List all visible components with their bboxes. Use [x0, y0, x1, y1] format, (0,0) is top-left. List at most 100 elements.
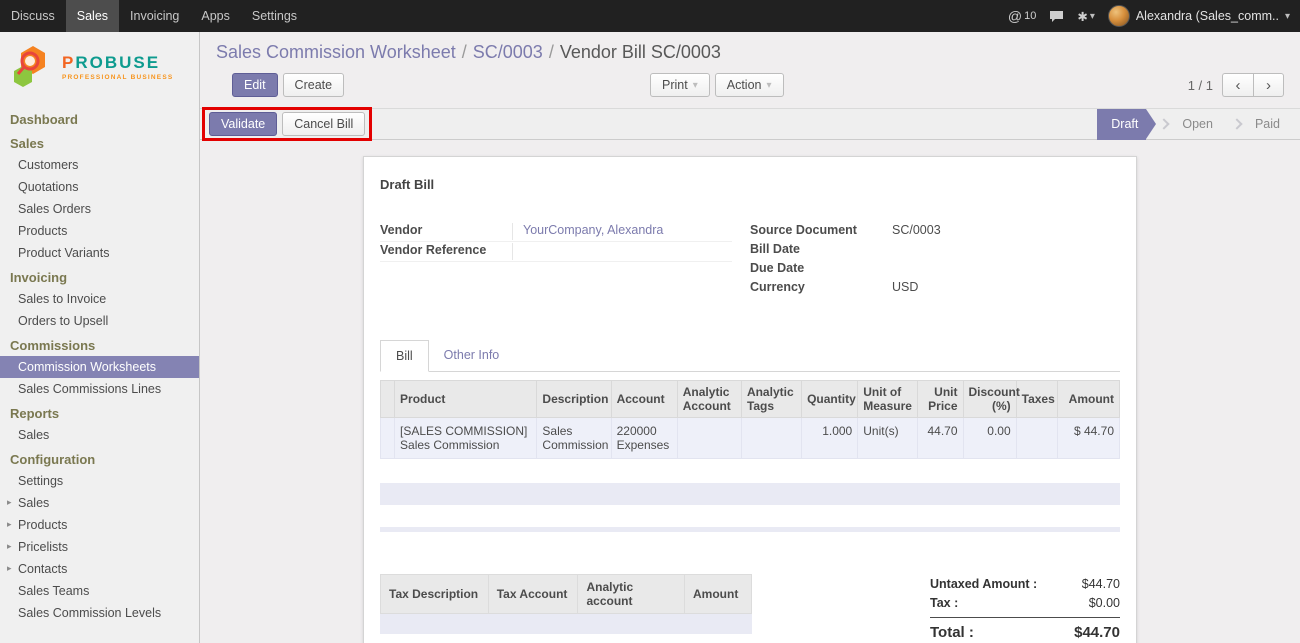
tax-and-totals: Tax Description Tax Account Analytic acc…: [380, 574, 1120, 643]
sidebar-item-config-sales[interactable]: ▸Sales: [0, 492, 199, 514]
field-groups: Vendor YourCompany, Alexandra Vendor Ref…: [380, 222, 1120, 298]
field-group-right: Source Document SC/0003 Bill Date Due Da…: [750, 222, 1120, 298]
untaxed-amount-label: Untaxed Amount :: [930, 577, 1037, 591]
sidebar-item-product-variants[interactable]: Product Variants: [0, 242, 199, 264]
user-name: Alexandra (Sales_comm..: [1136, 9, 1279, 23]
sidebar-item-config-settings[interactable]: Settings: [0, 470, 199, 492]
tab-other-info[interactable]: Other Info: [429, 340, 515, 371]
sidebar-item-config-contacts[interactable]: ▸Contacts: [0, 558, 199, 580]
mention-count: 10: [1024, 10, 1036, 22]
cell-uom: Unit(s): [858, 418, 918, 459]
bill-state-title: Draft Bill: [380, 177, 1120, 192]
sidebar-item-products[interactable]: Products: [0, 220, 199, 242]
tax-lines-table: Tax Description Tax Account Analytic acc…: [380, 574, 752, 614]
bill-line-row[interactable]: [SALES COMMISSION] Sales Commission Sale…: [381, 418, 1120, 459]
sidebar-item-label: Products: [18, 518, 67, 532]
debug-icon: ✱: [1077, 9, 1087, 24]
control-panel: Sales Commission Worksheet/SC/0003/Vendo…: [200, 32, 1300, 108]
col-tax-description: Tax Description: [381, 575, 489, 614]
currency-label: Currency: [750, 280, 892, 294]
sidebar-item-sales-to-invoice[interactable]: Sales to Invoice: [0, 288, 199, 310]
row-handle-cell: [381, 418, 395, 459]
sidebar: PROBUSE PROFESSIONAL BUSINESS Dashboard …: [0, 32, 200, 643]
sidebar-item-commission-worksheets[interactable]: Commission Worksheets: [0, 356, 199, 378]
sidebar-item-orders-to-upsell[interactable]: Orders to Upsell: [0, 310, 199, 332]
status-open[interactable]: Open: [1176, 117, 1219, 131]
logo-hexagons-icon: [10, 44, 56, 90]
sidebar-item-config-pricelists[interactable]: ▸Pricelists: [0, 536, 199, 558]
top-navbar: Discuss Sales Invoicing Apps Settings @ …: [0, 0, 1300, 32]
due-date-label: Due Date: [750, 261, 892, 275]
sidebar-item-customers[interactable]: Customers: [0, 154, 199, 176]
empty-row-stripe: [380, 527, 1120, 532]
cell-discount: 0.00: [963, 418, 1016, 459]
print-dropdown-button[interactable]: Print▾: [650, 73, 710, 97]
mentions-counter[interactable]: @ 10: [1008, 8, 1036, 24]
sidebar-section-reports[interactable]: Reports: [0, 400, 199, 424]
chevron-right-icon: [1231, 118, 1242, 129]
sidebar-section-invoicing[interactable]: Invoicing: [0, 264, 199, 288]
sidebar-section-commissions[interactable]: Commissions: [0, 332, 199, 356]
top-menu-sales[interactable]: Sales: [66, 0, 119, 32]
pager-previous-button[interactable]: ‹: [1222, 73, 1253, 97]
logo-text: PROBUSE PROFESSIONAL BUSINESS: [62, 53, 173, 81]
top-menu-settings[interactable]: Settings: [241, 0, 308, 32]
col-analytic-account: Analytic Account: [677, 381, 741, 418]
breadcrumb-sc0003[interactable]: SC/0003: [473, 42, 543, 62]
chat-bubble-icon: [1049, 10, 1064, 23]
pager-next-button[interactable]: ›: [1253, 73, 1284, 97]
sidebar-item-sales-commissions-lines[interactable]: Sales Commissions Lines: [0, 378, 199, 400]
validate-button[interactable]: Validate: [209, 112, 277, 136]
total-value: $44.70: [1074, 624, 1120, 641]
lines-header-row: Product Description Account Analytic Acc…: [381, 381, 1120, 418]
page-body: PROBUSE PROFESSIONAL BUSINESS Dashboard …: [0, 32, 1300, 643]
bill-form-sheet: Draft Bill Vendor YourCompany, Alexandra…: [363, 156, 1137, 643]
sidebar-item-sales-teams[interactable]: Sales Teams: [0, 580, 199, 602]
sidebar-section-dashboard[interactable]: Dashboard: [0, 106, 199, 130]
col-analytic-tags: Analytic Tags: [741, 381, 801, 418]
bill-lines-table: Product Description Account Analytic Acc…: [380, 380, 1120, 459]
logo-subtitle: PROFESSIONAL BUSINESS: [62, 74, 173, 81]
debug-menu[interactable]: ✱ ▾: [1077, 9, 1095, 24]
action-dropdown-button[interactable]: Action▾: [715, 73, 784, 97]
topbar-right: @ 10 ✱ ▾ Alexandra (Sales_comm.. ▾: [1008, 0, 1300, 32]
sidebar-item-config-products[interactable]: ▸Products: [0, 514, 199, 536]
sidebar-section-sales[interactable]: Sales: [0, 130, 199, 154]
tab-bill[interactable]: Bill: [380, 340, 429, 372]
col-taxes: Taxes: [1016, 381, 1057, 418]
sidebar-section-configuration[interactable]: Configuration: [0, 446, 199, 470]
source-document-value: SC/0003: [892, 223, 941, 237]
breadcrumb-worksheets[interactable]: Sales Commission Worksheet: [216, 42, 456, 62]
cancel-bill-button[interactable]: Cancel Bill: [282, 112, 365, 136]
top-menu-discuss[interactable]: Discuss: [0, 0, 66, 32]
field-vendor-reference: Vendor Reference: [380, 242, 732, 262]
create-button[interactable]: Create: [283, 73, 345, 97]
col-description: Description: [537, 381, 611, 418]
col-quantity: Quantity: [802, 381, 858, 418]
top-menu-apps[interactable]: Apps: [190, 0, 241, 32]
tax-value: $0.00: [1089, 596, 1120, 610]
breadcrumb-separator: /: [462, 42, 467, 62]
status-paid[interactable]: Paid: [1249, 117, 1286, 131]
sidebar-item-sales-orders[interactable]: Sales Orders: [0, 198, 199, 220]
sidebar-item-quotations[interactable]: Quotations: [0, 176, 199, 198]
breadcrumb-separator: /: [549, 42, 554, 62]
vendor-value-link[interactable]: YourCompany, Alexandra: [523, 223, 663, 237]
pager-count: 1 / 1: [1188, 78, 1213, 93]
top-menu-invoicing[interactable]: Invoicing: [119, 0, 190, 32]
sidebar-item-reports-sales[interactable]: Sales: [0, 424, 199, 446]
sidebar-item-sales-commission-levels[interactable]: Sales Commission Levels: [0, 602, 199, 624]
field-currency: Currency USD: [750, 279, 1120, 298]
untaxed-amount-value: $44.70: [1082, 577, 1120, 591]
vendor-reference-label: Vendor Reference: [380, 243, 512, 257]
messages-icon[interactable]: [1049, 10, 1064, 23]
tax-label: Tax :: [930, 596, 958, 610]
edit-button[interactable]: Edit: [232, 73, 278, 97]
user-menu[interactable]: Alexandra (Sales_comm.. ▾: [1108, 5, 1290, 27]
totals-section: Untaxed Amount : $44.70 Tax : $0.00 Tota…: [930, 574, 1120, 643]
sidebar-menu: Dashboard Sales Customers Quotations Sal…: [0, 106, 199, 624]
col-account: Account: [611, 381, 677, 418]
status-draft[interactable]: Draft: [1097, 109, 1146, 140]
sidebar-item-label: Contacts: [18, 562, 67, 576]
notebook-tabs: Bill Other Info: [380, 340, 1120, 372]
